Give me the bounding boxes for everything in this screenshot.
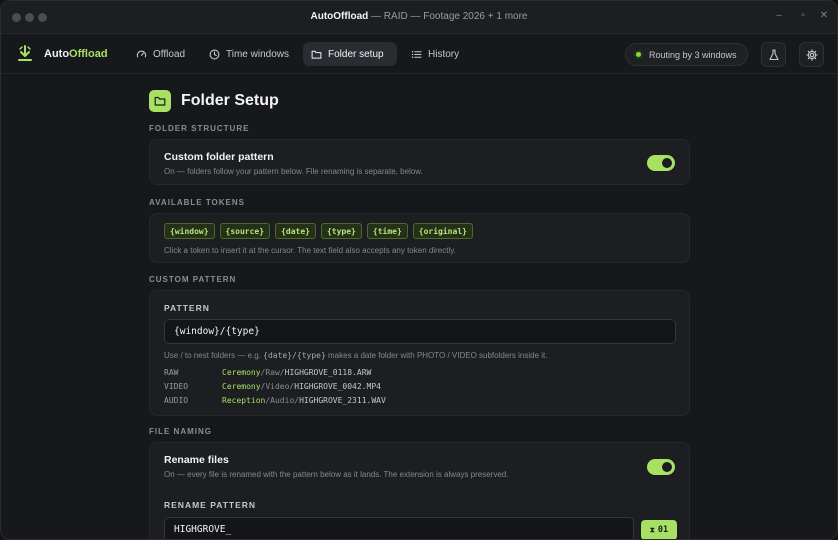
clock-icon — [209, 49, 220, 59]
token-list: {window} {source} {date} {type} {time} {… — [164, 223, 473, 239]
settings-button[interactable] — [799, 42, 824, 67]
pattern-field-label: PATTERN — [164, 303, 210, 313]
custom-folder-pattern-description: On — folders follow your pattern below. … — [164, 167, 423, 176]
example-row-video: VIDEO Ceremony/Video/HIGHGROVE_0042.MP4 — [164, 382, 381, 391]
gear-icon — [805, 48, 818, 61]
token-source[interactable]: {source} — [219, 223, 271, 239]
token-type[interactable]: {type} — [320, 223, 362, 239]
section-label-custom-pattern: CUSTOM PATTERN — [149, 275, 237, 284]
section-label-available-tokens: AVAILABLE TOKENS — [149, 198, 246, 207]
folder-icon — [311, 50, 322, 59]
page-folder-icon — [149, 90, 171, 112]
tokens-hint: Click a token to insert it at the cursor… — [164, 246, 456, 255]
sequence-counter-button[interactable]: ⧗ 01 — [641, 520, 677, 539]
close-icon[interactable]: ✕ — [817, 10, 831, 21]
rename-files-toggle[interactable] — [647, 459, 675, 475]
token-window[interactable]: {window} — [164, 223, 215, 239]
maximize-icon[interactable]: ▫ — [796, 10, 810, 21]
file-naming-card: Rename files On — every file is renamed … — [149, 442, 690, 539]
gauge-icon — [136, 50, 147, 58]
tab-offload-label: Offload — [153, 48, 186, 60]
tab-time-windows-label: Time windows — [226, 48, 289, 60]
routing-status-label: Routing by 3 windows — [649, 49, 737, 60]
app-window: AutoOffload — RAID — Footage 2026 + 1 mo… — [0, 0, 838, 540]
token-time[interactable]: {time} — [366, 223, 408, 239]
token-original[interactable]: {original} — [412, 223, 473, 239]
tab-folder-setup[interactable]: Folder setup — [303, 42, 397, 66]
list-icon — [411, 50, 422, 58]
tab-history-label: History — [428, 48, 460, 60]
lab-button[interactable] — [761, 42, 786, 67]
section-label-file-naming: FILE NAMING — [149, 427, 212, 436]
rename-pattern-field-label: RENAME PATTERN — [164, 500, 257, 510]
rename-files-description: On — every file is renamed with the patt… — [164, 470, 509, 479]
title-bar: AutoOffload — RAID — Footage 2026 + 1 mo… — [1, 1, 837, 34]
window-title: AutoOffload — RAID — Footage 2026 + 1 mo… — [310, 11, 528, 22]
available-tokens-card: {window} {source} {date} {type} {time} {… — [149, 213, 690, 263]
app-logo: AutoOffload — [44, 48, 108, 60]
minimize-icon[interactable]: – — [772, 10, 786, 21]
custom-folder-pattern-toggle[interactable] — [647, 155, 675, 171]
section-label-folder-structure: FOLDER STRUCTURE — [149, 124, 250, 133]
logo-icon — [18, 45, 32, 61]
rename-pattern-input[interactable]: HIGHGROVE_ — [164, 517, 634, 539]
pattern-input[interactable]: {window}/{type} — [164, 319, 676, 344]
tab-history[interactable]: History — [403, 42, 467, 66]
pattern-hint: Use / to nest folders — e.g. {date}/{typ… — [164, 351, 548, 360]
rename-files-title: Rename files — [164, 454, 229, 466]
hourglass-icon: ⧗ — [649, 525, 655, 534]
flask-icon — [768, 49, 779, 60]
example-row-raw: RAW Ceremony/Raw/HIGHGROVE_0118.ARW — [164, 368, 372, 377]
tab-offload[interactable]: Offload — [128, 42, 193, 66]
custom-folder-pattern-title: Custom folder pattern — [164, 151, 274, 163]
folder-structure-card: Custom folder pattern On — folders follo… — [149, 139, 690, 185]
page-title: Folder Setup — [181, 92, 279, 109]
tab-folder-setup-label: Folder setup — [328, 48, 384, 60]
routing-status-pill[interactable]: Routing by 3 windows — [625, 43, 748, 66]
custom-pattern-card: PATTERN {window}/{type} Use / to nest fo… — [149, 290, 690, 416]
top-nav: AutoOffload Offload Time windows Folder … — [1, 34, 837, 74]
example-row-audio: AUDIO Reception/Audio/HIGHGROVE_2311.WAV — [164, 396, 386, 405]
sequence-counter-label: 01 — [657, 525, 669, 535]
status-dot-icon — [634, 50, 643, 59]
token-date[interactable]: {date} — [275, 223, 316, 239]
tab-time-windows[interactable]: Time windows — [201, 42, 297, 66]
